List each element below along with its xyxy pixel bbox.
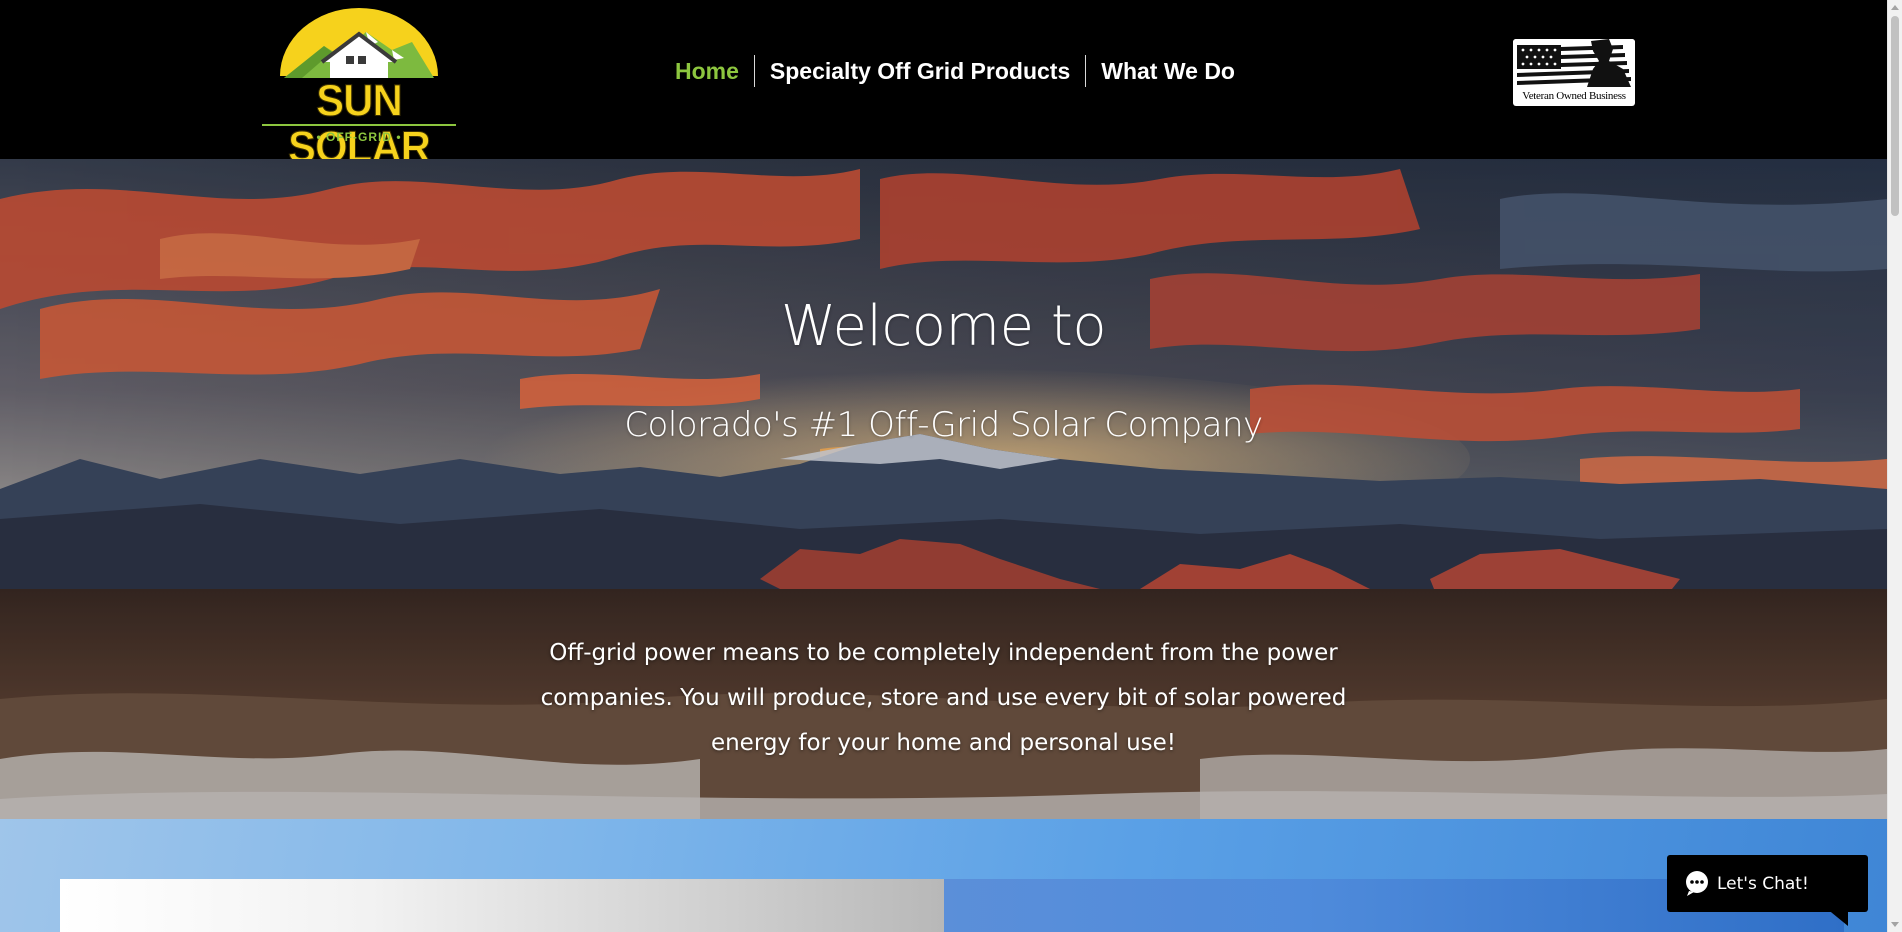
site-header: SUN SOLAR • OFF-GRID • Home Specialty Of… — [0, 0, 1887, 170]
nav-what-we-do[interactable]: What We Do — [1086, 55, 1250, 87]
page-scrollbar[interactable] — [1887, 0, 1902, 932]
scroll-down-arrow-icon[interactable] — [1891, 922, 1899, 927]
sun-solar-logo[interactable]: SUN SOLAR • OFF-GRID • — [262, 6, 456, 170]
logo-tagline: • OFF-GRID • — [316, 130, 402, 144]
chat-tail — [1826, 908, 1848, 926]
chat-bubble-icon — [1686, 871, 1708, 896]
hero-title: Welcome to — [780, 294, 1107, 359]
hero-section: Welcome to Colorado's #1 Off-Grid Solar … — [0, 159, 1887, 819]
main-nav: Home Specialty Off Grid Products What We… — [660, 52, 1250, 90]
nav-specialty-off-grid-products[interactable]: Specialty Off Grid Products — [755, 55, 1085, 87]
chat-label: Let's Chat! — [1717, 873, 1809, 894]
veteran-owned-business-badge: Veteran Owned Business — [1513, 39, 1635, 106]
nav-home[interactable]: Home — [660, 55, 754, 87]
veteran-owned-business-label: Veteran Owned Business — [1522, 90, 1626, 102]
logo-wordmark: SUN SOLAR — [288, 75, 432, 172]
scroll-thumb[interactable] — [1891, 16, 1899, 216]
content-panel-left — [60, 879, 944, 932]
chat-button[interactable]: Let's Chat! — [1667, 855, 1868, 912]
flag-soldier-icon — [1513, 39, 1635, 91]
hero-description: Off-grid power means to be completely in… — [540, 640, 1347, 756]
hero-subtitle: Colorado's #1 Off-Grid Solar Company — [624, 405, 1263, 445]
scroll-up-arrow-icon[interactable] — [1891, 5, 1899, 10]
content-strip — [0, 819, 1887, 932]
